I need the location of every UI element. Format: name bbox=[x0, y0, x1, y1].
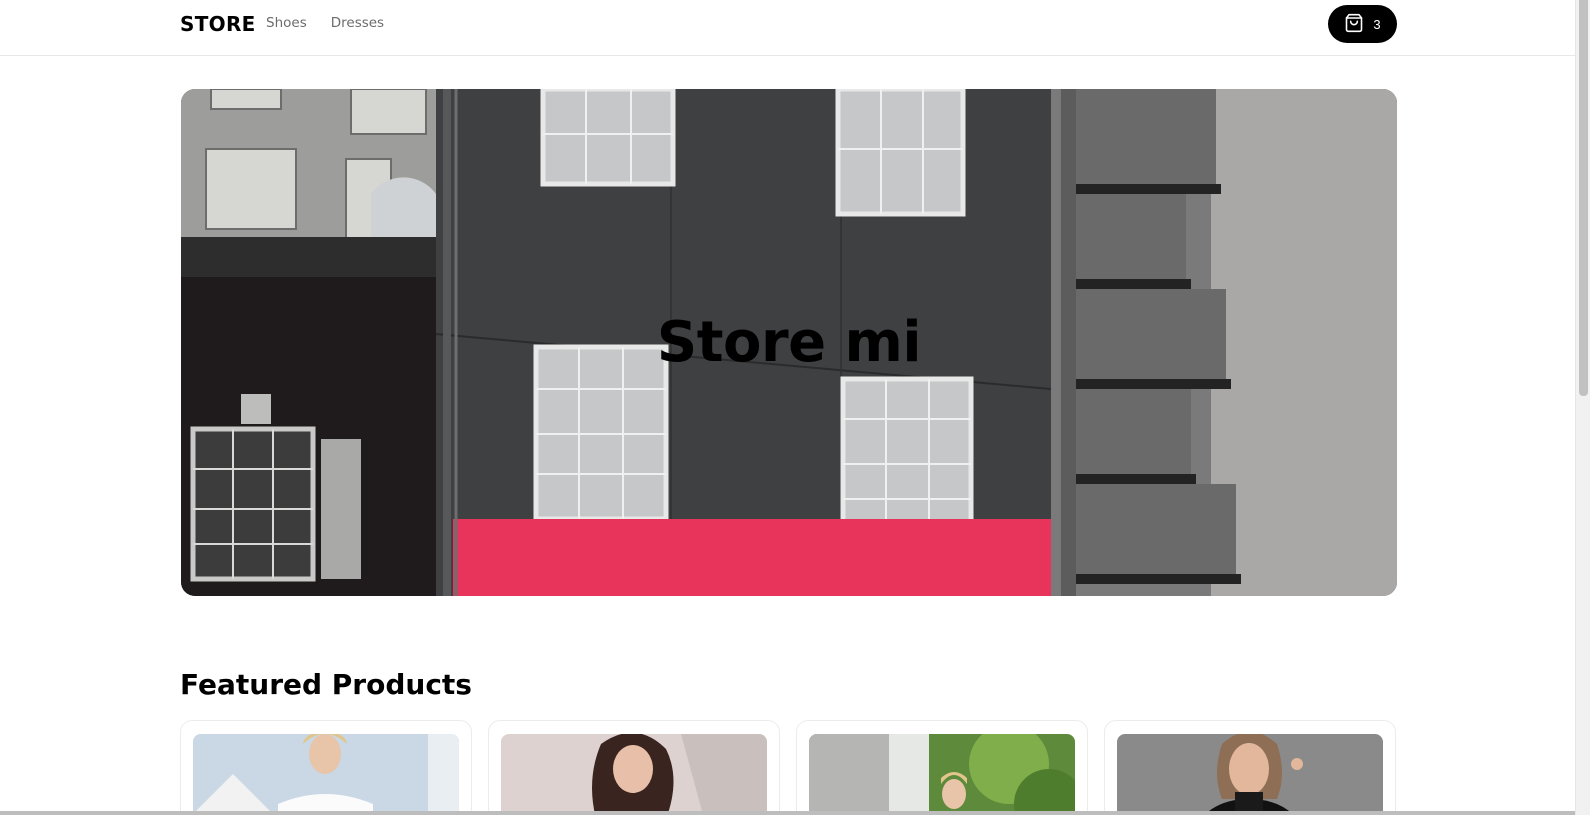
product-image[interactable] bbox=[193, 734, 459, 815]
vertical-scrollbar[interactable] bbox=[1575, 0, 1590, 815]
scrollbar-thumb[interactable] bbox=[1579, 0, 1588, 396]
product-image[interactable] bbox=[809, 734, 1075, 815]
product-grid bbox=[180, 720, 1397, 815]
product-image[interactable] bbox=[1117, 734, 1383, 815]
product-image[interactable] bbox=[501, 734, 767, 815]
featured-products-title: Featured Products bbox=[180, 668, 472, 701]
product-card[interactable] bbox=[796, 720, 1088, 815]
hero-title: Store mi bbox=[656, 310, 922, 375]
page: STORE Shoes Dresses 3 Store mi Featured … bbox=[0, 0, 1590, 815]
cart-count: 3 bbox=[1373, 16, 1381, 32]
nav-link-dresses[interactable]: Dresses bbox=[331, 15, 384, 31]
cart-button[interactable]: 3 bbox=[1328, 5, 1397, 43]
product-card[interactable] bbox=[488, 720, 780, 815]
product-card[interactable] bbox=[180, 720, 472, 815]
horizontal-scrollbar[interactable] bbox=[0, 811, 1575, 815]
shopping-bag-icon bbox=[1344, 13, 1364, 36]
product-card[interactable] bbox=[1104, 720, 1396, 815]
site-header: STORE Shoes Dresses 3 bbox=[0, 0, 1575, 56]
store-logo[interactable]: STORE bbox=[180, 12, 256, 36]
nav-link-shoes[interactable]: Shoes bbox=[266, 15, 307, 31]
main-nav: Shoes Dresses bbox=[266, 15, 384, 31]
hero-banner: Store mi bbox=[181, 89, 1397, 596]
